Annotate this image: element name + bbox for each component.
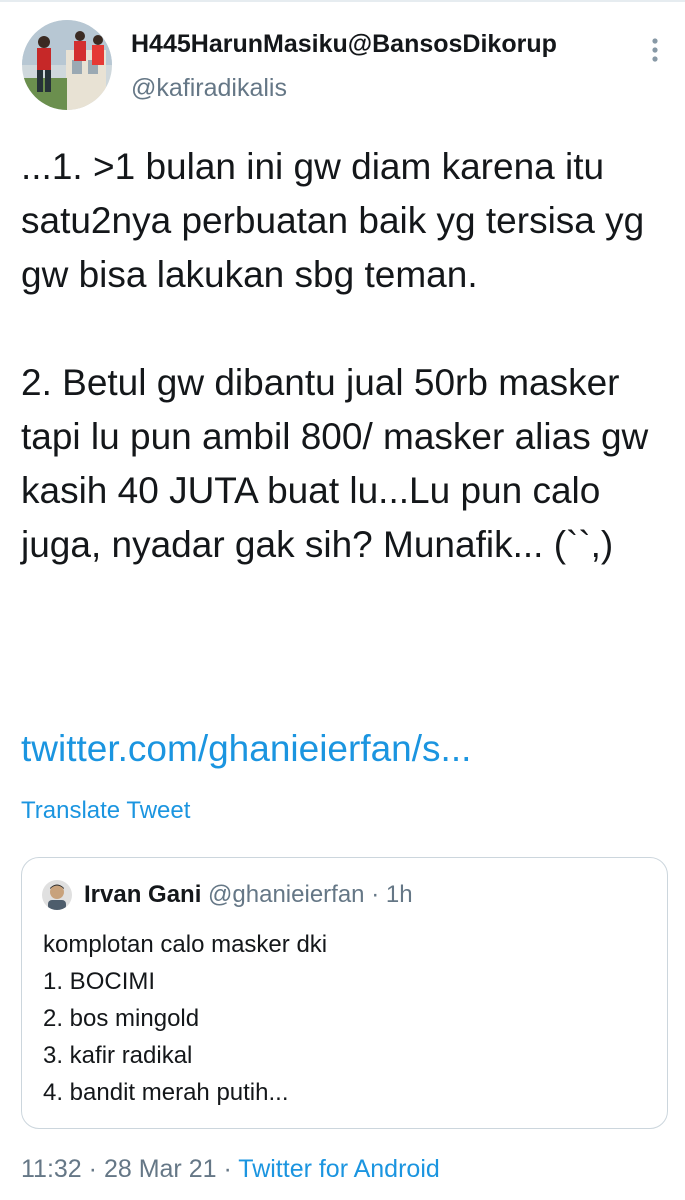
avatar-image bbox=[22, 20, 112, 110]
meta-separator: · bbox=[88, 1155, 97, 1183]
quoted-tweet-card[interactable]: Irvan Gani @ghanieierfan · 1h komplotan … bbox=[21, 857, 668, 1129]
top-divider bbox=[0, 0, 685, 2]
quoted-author-handle[interactable]: @ghanieierfan bbox=[208, 881, 364, 908]
tweet-date[interactable]: 28 Mar 21 bbox=[104, 1155, 217, 1183]
tweet-link[interactable]: twitter.com/ghanieierfan/s... bbox=[21, 722, 471, 776]
more-options-button[interactable] bbox=[640, 34, 670, 66]
author-avatar[interactable] bbox=[22, 20, 112, 110]
quoted-tweet-text: komplotan calo masker dki 1. BOCIMI 2. b… bbox=[43, 931, 328, 1106]
more-vertical-icon bbox=[652, 38, 658, 62]
tweet-text: ...1. >1 bulan ini gw diam karena itu sa… bbox=[21, 146, 649, 565]
quoted-avatar-image bbox=[42, 880, 72, 910]
tweet-source[interactable]: Twitter for Android bbox=[238, 1155, 439, 1183]
tweet-meta: 11:32 · 28 Mar 21 · Twitter for Android bbox=[21, 1152, 440, 1186]
quoted-separator: · bbox=[371, 881, 380, 908]
author-display-name[interactable]: H445HarunMasiku@BansosDikorup bbox=[131, 30, 557, 59]
tweet-time[interactable]: 11:32 bbox=[21, 1155, 82, 1183]
translate-tweet-link[interactable]: Translate Tweet bbox=[21, 797, 190, 825]
quoted-time: 1h bbox=[385, 881, 413, 908]
quoted-author-avatar[interactable] bbox=[42, 880, 72, 910]
author-handle[interactable]: @kafiradikalis bbox=[131, 74, 287, 103]
quoted-tweet-header: Irvan Gani @ghanieierfan · 1h bbox=[84, 879, 413, 911]
quoted-author-name[interactable]: Irvan Gani bbox=[84, 881, 201, 908]
meta-separator-2: · bbox=[223, 1155, 232, 1183]
